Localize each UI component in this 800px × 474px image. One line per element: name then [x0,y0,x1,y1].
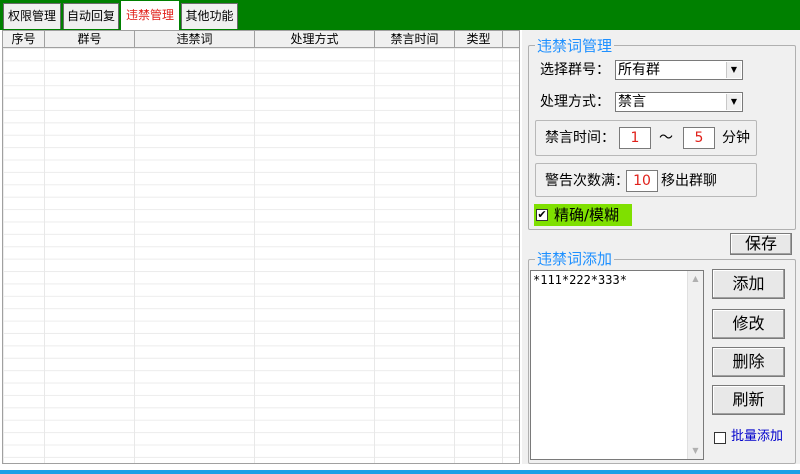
tab-bar: 权限管理 自动回复 违禁管理 其他功能 [0,0,800,30]
list-body[interactable] [3,48,519,463]
column-divider [254,48,255,463]
ban-words-add-title: 违禁词添加 [535,250,615,268]
batch-add-checkbox[interactable] [714,432,726,444]
ban-words-textarea[interactable]: *111*222*333* ▲ ▼ [530,270,704,460]
action-select-label: 处理方式： [540,94,610,110]
edit-button[interactable]: 修改 [712,309,785,339]
vertical-scrollbar[interactable]: ▲ ▼ [687,271,703,459]
tab-permission-manage[interactable]: 权限管理 [3,3,61,29]
action-select[interactable]: 禁言 ▼ [615,92,743,112]
ban-word-list[interactable]: 序号 群号 违禁词 处理方式 禁言时间 类型 [2,30,520,464]
mute-time-label: 禁言时间： [545,130,615,146]
exact-fuzzy-label: 精确/模糊 [554,206,620,224]
checkmark-icon[interactable]: ✔ [536,209,548,221]
column-divider [454,48,455,463]
dropdown-arrow-icon[interactable]: ▼ [726,94,741,110]
column-header-index[interactable]: 序号 [3,31,45,47]
ban-words-text: *111*222*333* [533,273,627,287]
column-divider [134,48,135,463]
scroll-down-icon[interactable]: ▼ [688,443,703,459]
exact-fuzzy-toggle[interactable]: ✔ 精确/模糊 [534,204,632,226]
tab-auto-reply[interactable]: 自动回复 [63,3,119,29]
column-divider [44,48,45,463]
mute-unit-label: 分钟 [722,130,750,146]
column-header-action[interactable]: 处理方式 [255,31,375,47]
column-header-type[interactable]: 类型 [455,31,503,47]
action-select-value: 禁言 [618,94,646,110]
warn-count-label: 警告次数满： [545,173,629,189]
column-header-word[interactable]: 违禁词 [135,31,255,47]
mute-range-separator: ～ [659,130,673,146]
ban-words-manage-title: 违禁词管理 [535,37,615,55]
list-header: 序号 群号 违禁词 处理方式 禁言时间 类型 [3,31,519,48]
group-select[interactable]: 所有群 ▼ [615,60,743,80]
column-divider [374,48,375,463]
tab-ban-manage[interactable]: 违禁管理 [121,1,179,30]
column-header-group[interactable]: 群号 [45,31,135,47]
mute-max-input[interactable]: 5 [683,127,715,149]
group-select-label: 选择群号： [540,62,610,78]
dropdown-arrow-icon[interactable]: ▼ [726,62,741,78]
scroll-up-icon[interactable]: ▲ [688,271,703,287]
tab-other-functions[interactable]: 其他功能 [181,3,238,29]
column-divider [502,48,503,463]
warn-count-input[interactable]: 10 [626,170,658,192]
add-button[interactable]: 添加 [712,269,785,299]
group-select-value: 所有群 [618,62,660,78]
save-button[interactable]: 保存 [730,233,792,255]
batch-add-label[interactable]: 批量添加 [731,428,783,446]
warn-count-suffix: 移出群聊 [661,173,717,189]
bottom-border [0,470,800,474]
column-header-mute-time[interactable]: 禁言时间 [375,31,455,47]
refresh-button[interactable]: 刷新 [712,385,785,415]
mute-min-input[interactable]: 1 [619,127,651,149]
delete-button[interactable]: 删除 [712,347,785,377]
